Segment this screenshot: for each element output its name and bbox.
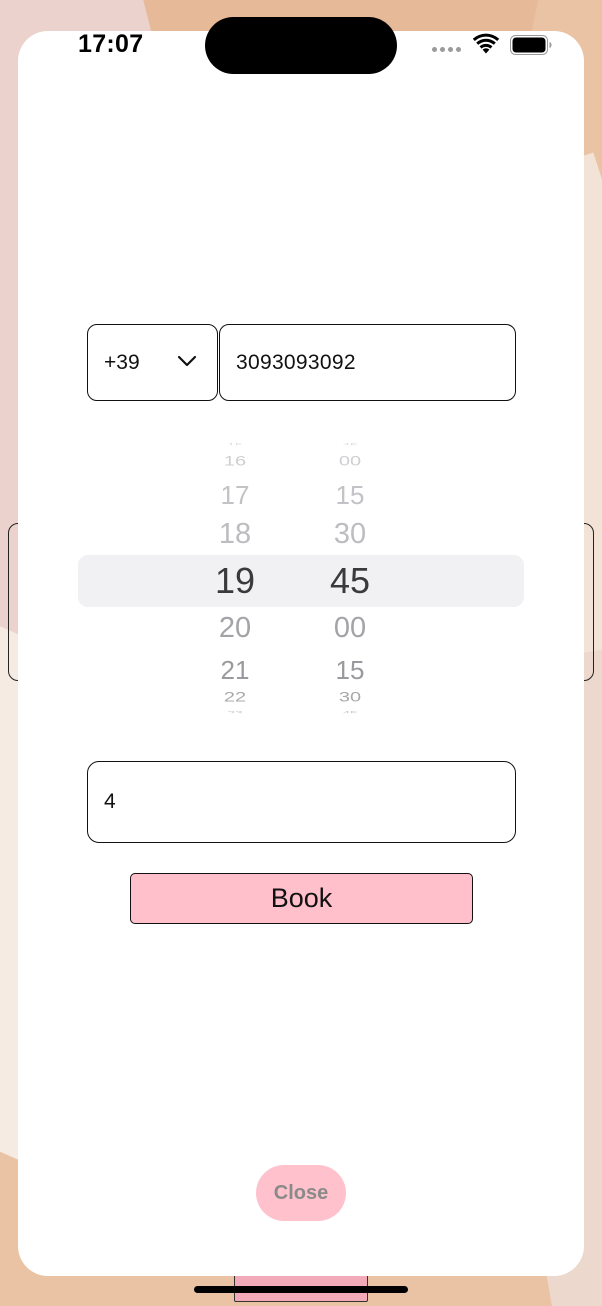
minute-option[interactable]: 00 xyxy=(305,612,395,645)
country-code-select[interactable]: +39 xyxy=(87,324,218,401)
minute-option[interactable]: 15 xyxy=(305,655,395,686)
time-picker[interactable]: 15 16 17 18 19 20 21 22 23 45 00 15 30 4… xyxy=(78,440,524,720)
hour-option[interactable]: 15 xyxy=(190,442,280,445)
minute-option[interactable]: 30 xyxy=(305,689,395,705)
minute-option[interactable]: 00 xyxy=(305,453,395,469)
hour-option[interactable]: 18 xyxy=(190,518,280,551)
chevron-down-icon xyxy=(177,355,197,367)
hour-option[interactable]: 16 xyxy=(190,453,280,469)
home-indicator[interactable] xyxy=(194,1286,408,1293)
country-code-value: +39 xyxy=(104,350,140,374)
hour-option[interactable]: 17 xyxy=(190,480,280,511)
hour-option[interactable]: 23 xyxy=(190,710,280,713)
hour-option[interactable]: 21 xyxy=(190,655,280,686)
minute-wheel[interactable]: 45 00 15 30 45 00 15 30 45 xyxy=(305,440,395,720)
signal-dots-icon xyxy=(432,47,461,52)
minute-option[interactable]: 45 xyxy=(305,442,395,445)
guests-count-input[interactable]: 4 xyxy=(87,761,516,843)
hour-option[interactable]: 22 xyxy=(190,689,280,705)
minute-option[interactable]: 45 xyxy=(305,710,395,713)
minute-option[interactable]: 15 xyxy=(305,480,395,511)
phone-number-input[interactable]: 3093093092 xyxy=(219,324,516,401)
hour-option-selected[interactable]: 19 xyxy=(190,560,280,602)
wifi-icon xyxy=(472,33,500,54)
dynamic-island xyxy=(205,17,397,74)
hour-wheel[interactable]: 15 16 17 18 19 20 21 22 23 xyxy=(190,440,280,720)
battery-icon xyxy=(510,35,552,55)
hour-option[interactable]: 20 xyxy=(190,612,280,645)
status-time: 17:07 xyxy=(78,30,144,58)
picker-selection-highlight xyxy=(78,555,524,607)
minute-option-selected[interactable]: 45 xyxy=(305,560,395,602)
close-button[interactable]: Close xyxy=(256,1165,346,1221)
minute-option[interactable]: 30 xyxy=(305,518,395,551)
book-button[interactable]: Book xyxy=(130,873,473,924)
